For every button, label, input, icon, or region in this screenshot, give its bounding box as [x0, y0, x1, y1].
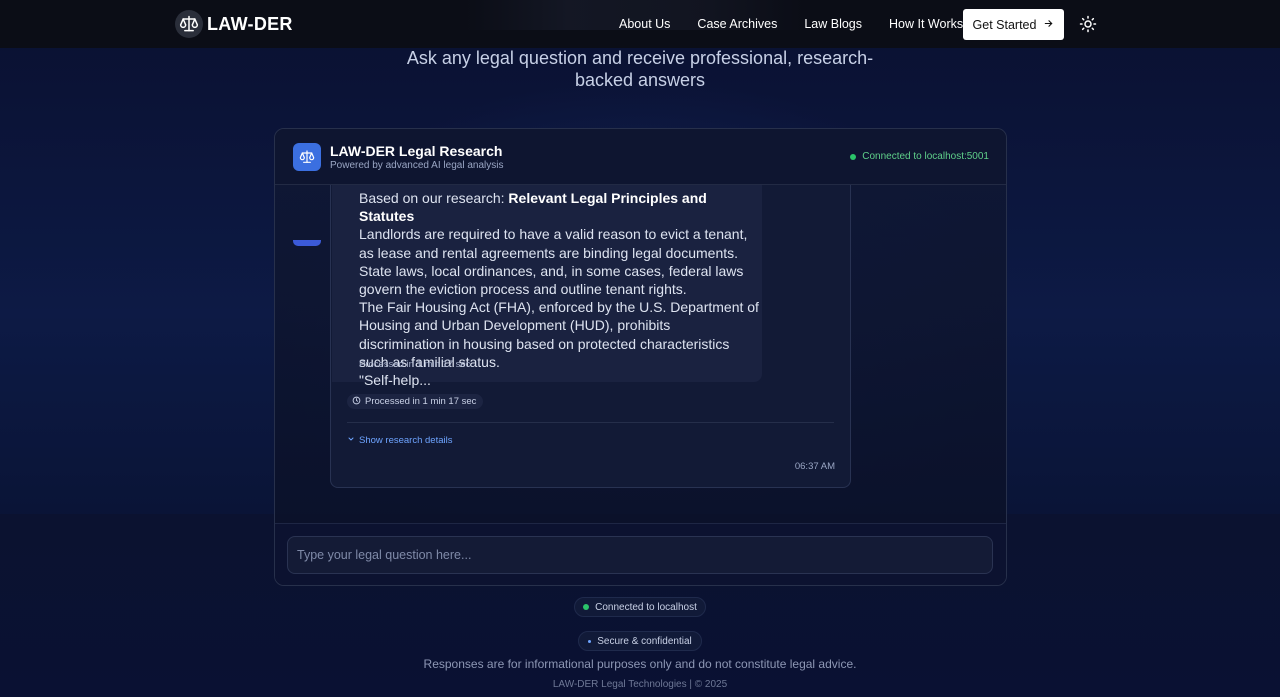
message-divider	[347, 422, 834, 423]
nav-link-case-archives[interactable]: Case Archives	[697, 17, 777, 31]
copyright-text: LAW-DER Legal Technologies | © 2025	[552, 679, 728, 690]
show-research-details-toggle[interactable]: Show research details	[347, 435, 452, 446]
bullet-icon	[588, 639, 592, 643]
connection-status: Connected to localhost:5001	[850, 151, 989, 162]
answer-paragraph: "Self-help...	[359, 372, 431, 389]
connection-status-label: Connected to localhost:5001	[862, 151, 989, 162]
chat-subtitle: Powered by advanced AI legal analysis	[330, 160, 504, 171]
connection-badge-label: Connected to localhost	[595, 601, 697, 613]
connection-badge: Connected to localhost	[574, 597, 706, 617]
nav-link-law-blogs[interactable]: Law Blogs	[804, 17, 862, 31]
brand-name: LAW-DER	[207, 13, 293, 34]
answer-processed-time: Processed in 1 min 17 sec	[359, 359, 471, 370]
get-started-button[interactable]: Get Started	[963, 9, 1064, 40]
answer-paragraph: Landlords are required to have a valid r…	[359, 226, 748, 261]
nav-link-about-us[interactable]: About Us	[619, 17, 670, 31]
clock-icon	[352, 396, 361, 408]
bot-message: Based on our research: Relevant Legal Pr…	[330, 185, 851, 488]
chat-title: LAW-DER Legal Research	[330, 143, 503, 159]
get-started-label: Get Started	[972, 17, 1037, 32]
status-dot-icon	[583, 604, 590, 610]
security-badge-label: Secure & confidential	[597, 635, 692, 647]
chevron-down-icon	[347, 435, 355, 446]
show-research-details-label: Show research details	[359, 435, 453, 446]
status-dot-icon	[850, 153, 857, 160]
theme-toggle-button[interactable]	[1079, 15, 1097, 33]
processing-time-label: Processed in 1 min 17 sec	[365, 396, 477, 407]
message-timestamp: 06:37 AM	[794, 461, 835, 472]
answer-intro-line: Based on our research: Relevant Legal Pr…	[359, 189, 759, 225]
legal-disclaimer: Responses are for informational purposes…	[423, 657, 857, 671]
question-input[interactable]	[287, 536, 993, 574]
message-list[interactable]: Based on our research: Relevant Legal Pr…	[275, 185, 1006, 523]
brand-logo[interactable]: LAW-DER	[175, 10, 293, 38]
security-badge: Secure & confidential	[578, 631, 702, 651]
scales-icon	[293, 143, 321, 171]
answer-paragraph: State laws, local ordinances, and, in so…	[359, 262, 744, 298]
chat-header: LAW-DER Legal Research Powered by advanc…	[275, 129, 1006, 185]
answer-box: Based on our research: Relevant Legal Pr…	[332, 185, 762, 388]
top-navbar: LAW-DER About Us Case Archives Law Blogs…	[0, 0, 1280, 48]
sun-icon	[1079, 15, 1097, 37]
arrow-right-icon	[1043, 18, 1054, 32]
scales-icon	[175, 10, 203, 38]
bot-avatar	[293, 240, 321, 246]
processing-time-badge: Processed in 1 min 17 sec	[347, 394, 484, 409]
chat-panel: Based on our research: Relevant Legal Pr…	[274, 128, 1007, 586]
nav-link-how-it-works[interactable]: How It Works	[889, 17, 963, 31]
nav-links: About Us Case Archives Law Blogs How It …	[619, 17, 990, 31]
hero-subtitle: Ask any legal question and receive profe…	[406, 48, 874, 90]
answer-intro: Based on our research:	[359, 190, 509, 206]
chat-input-area	[275, 523, 1006, 585]
